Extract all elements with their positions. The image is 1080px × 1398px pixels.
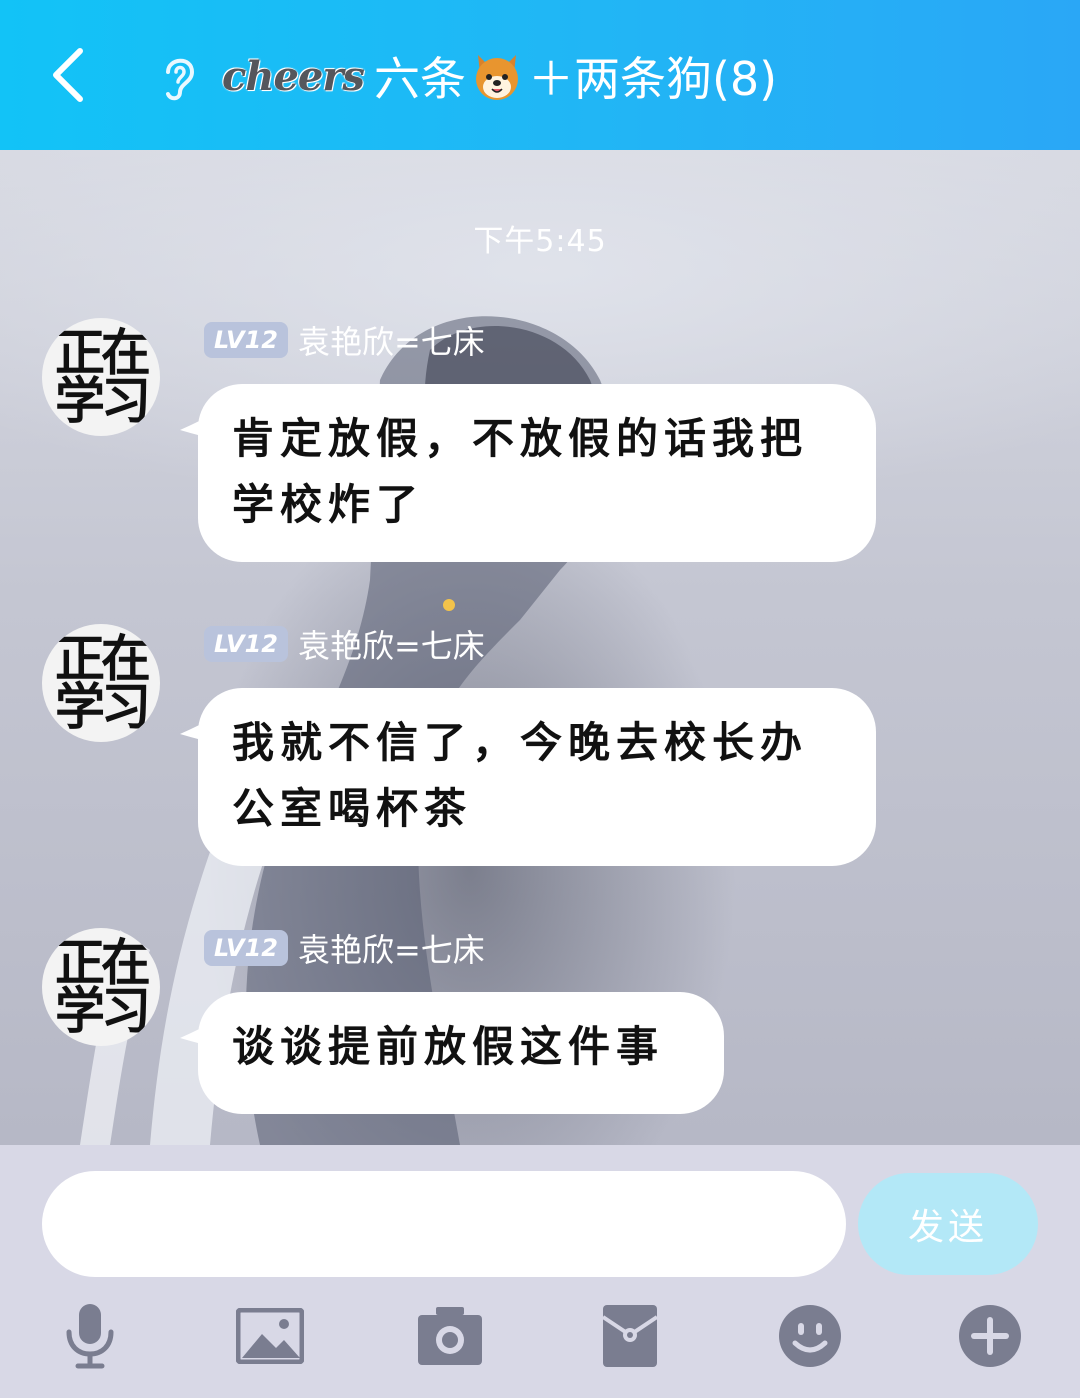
group-name-text: 六条 xyxy=(373,52,466,106)
chat-header: cheers 六条 ＋两条狗(8) xyxy=(0,0,1080,150)
avatar-text-line2: 学习 xyxy=(55,982,151,1040)
message-input[interactable] xyxy=(42,1171,846,1277)
message-bubble[interactable]: 谈谈提前放假这件事 xyxy=(198,992,724,1114)
message-text-line2: 公室喝杯茶 xyxy=(232,784,473,833)
message-text-line1: 肯定放假，不放假的话我把 xyxy=(232,414,809,463)
message-bubble[interactable]: 我就不信了，今晚去校长办 公室喝杯茶 xyxy=(198,688,876,866)
camera-button[interactable] xyxy=(414,1300,486,1372)
message-text-line1: 我就不信了，今晚去校长办 xyxy=(232,718,809,767)
sender-name[interactable]: 袁艳欣=七床 xyxy=(298,925,485,971)
sender-name[interactable]: 袁艳欣=七床 xyxy=(298,621,485,667)
microphone-button[interactable] xyxy=(54,1300,126,1372)
send-button[interactable]: 发送 xyxy=(858,1173,1038,1275)
input-bar: 发送 xyxy=(0,1145,1080,1398)
message-text-line1: 谈谈提前放假这件事 xyxy=(232,1022,665,1071)
avatar-text-line2: 学习 xyxy=(55,678,151,736)
level-badge: LV12 xyxy=(204,930,288,966)
message-meta: LV12 袁艳欣=七床 xyxy=(204,621,485,667)
message-bubble[interactable]: 肯定放假，不放假的话我把 学校炸了 xyxy=(198,384,876,562)
level-badge: LV12 xyxy=(204,626,288,662)
image-button[interactable] xyxy=(234,1300,306,1372)
plus-button[interactable] xyxy=(954,1300,1026,1372)
chat-area[interactable]: 下午5:45 正在 学习 LV12 袁艳欣=七床 肯定放假，不放假的话我把 学校… xyxy=(0,150,1080,1145)
avatar-text-line2: 学习 xyxy=(55,372,151,430)
sender-name[interactable]: 袁艳欣=七床 xyxy=(298,317,485,363)
avatar-text-line1: 正在 xyxy=(55,630,151,688)
message-timestamp: 下午5:45 xyxy=(473,224,607,259)
plus-icon xyxy=(959,1305,1021,1367)
avatar-text-line1: 正在 xyxy=(55,934,151,992)
emoji-button[interactable] xyxy=(774,1300,846,1372)
message-meta: LV12 袁艳欣=七床 xyxy=(204,925,485,971)
group-name: 六条 ＋两条狗(8) xyxy=(374,43,777,109)
cheers-logo: cheers xyxy=(222,52,365,100)
avatar[interactable]: 正在 学习 xyxy=(42,318,160,436)
ear-icon[interactable] xyxy=(158,52,202,102)
chat-title[interactable]: cheers 六条 ＋两条狗(8) xyxy=(222,40,777,112)
microphone-icon xyxy=(66,1304,114,1369)
emoji-icon xyxy=(779,1305,841,1367)
back-button[interactable] xyxy=(38,40,98,110)
avatar[interactable]: 正在 学习 xyxy=(42,928,160,1046)
image-icon xyxy=(236,1308,304,1364)
avatar-text-line1: 正在 xyxy=(55,324,151,382)
avatar[interactable]: 正在 学习 xyxy=(42,624,160,742)
red-packet-icon xyxy=(601,1305,659,1367)
message-text-line2: 学校炸了 xyxy=(232,480,425,529)
level-badge: LV12 xyxy=(204,322,288,358)
chevron-left-icon xyxy=(53,48,83,102)
camera-icon xyxy=(418,1307,482,1365)
message-meta: LV12 袁艳欣=七床 xyxy=(204,317,485,363)
red-packet-button[interactable] xyxy=(594,1300,666,1372)
group-name-suffix: ＋两条狗(8) xyxy=(527,52,778,106)
dog-emoji-icon xyxy=(475,55,518,100)
